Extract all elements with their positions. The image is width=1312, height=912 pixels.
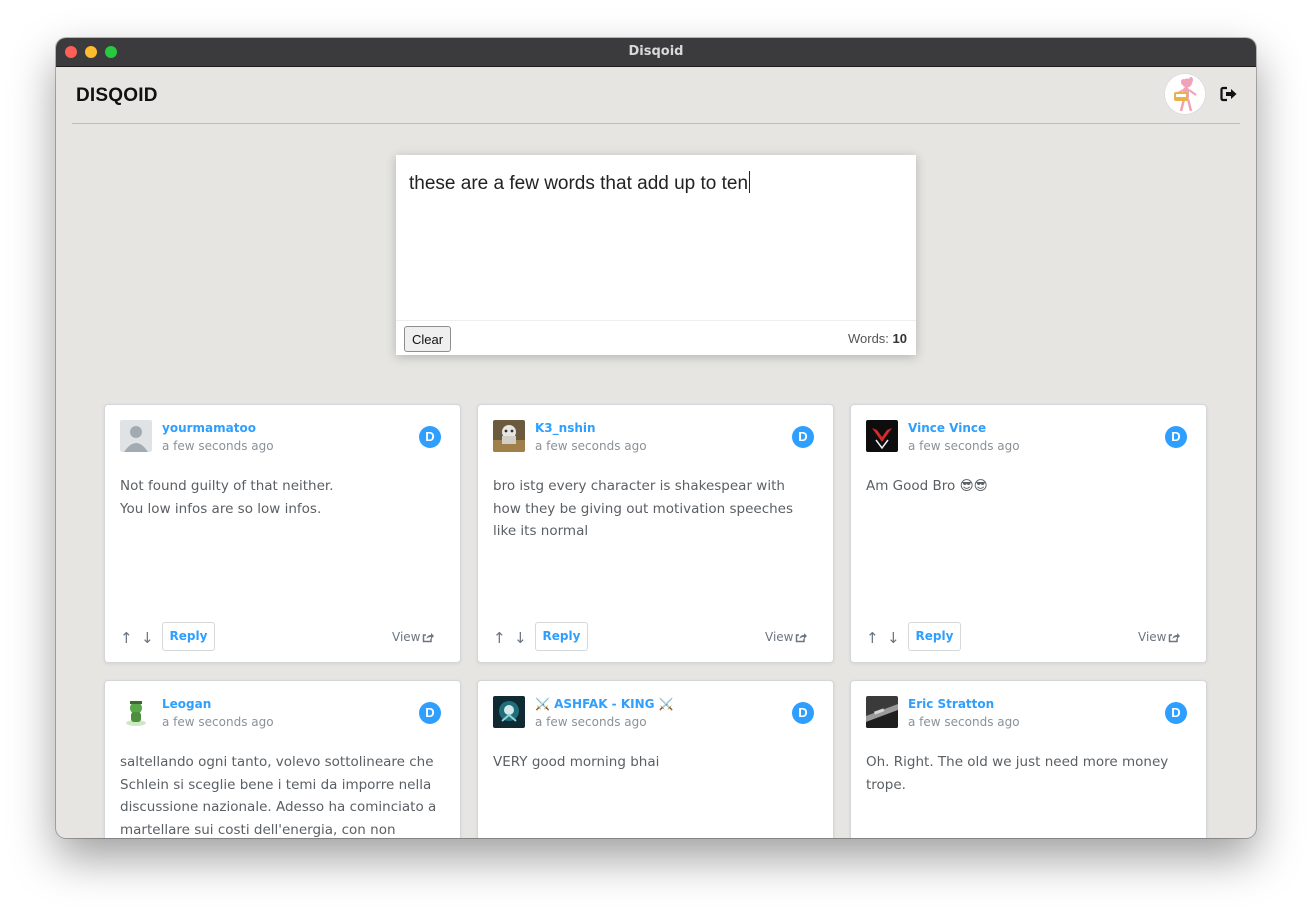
text-caret	[749, 171, 751, 193]
user-avatar[interactable]	[1165, 74, 1205, 114]
header-divider	[72, 123, 1240, 124]
user-avatar[interactable]	[493, 420, 525, 452]
downvote-arrow-icon[interactable]: ↓	[141, 629, 154, 647]
comment-username[interactable]: Vince Vince	[908, 421, 986, 435]
disqus-logo-icon: D	[1165, 702, 1187, 724]
user-avatar[interactable]	[866, 420, 898, 452]
disqus-logo-icon: D	[1165, 426, 1187, 448]
comment-timestamp[interactable]: a few seconds ago	[535, 715, 647, 729]
comment-timestamp[interactable]: a few seconds ago	[535, 439, 647, 453]
upvote-arrow-icon[interactable]: ↑	[866, 629, 879, 647]
comment-body: Oh. Right. The old we just need more mon…	[866, 754, 1169, 793]
comment-username[interactable]: yourmamatoo	[162, 421, 256, 435]
comment-card: Leogan a few seconds ago D saltellando o…	[104, 680, 461, 838]
comment-body: bro istg every character is shakespear w…	[493, 478, 794, 539]
user-avatar[interactable]	[866, 696, 898, 728]
upvote-arrow-icon[interactable]: ↑	[493, 629, 506, 647]
upvote-arrow-icon[interactable]: ↑	[120, 629, 133, 647]
downvote-arrow-icon[interactable]: ↓	[887, 629, 900, 647]
reply-button[interactable]: Reply	[908, 622, 961, 651]
title-bar: Disqoid	[56, 38, 1256, 67]
view-link[interactable]: View	[392, 630, 435, 644]
app-window: Disqoid DISQOID these are a few words th…	[56, 38, 1256, 838]
text-editor[interactable]: these are a few words that add up to ten…	[396, 155, 916, 355]
editor-footer: Clear Words: 10	[396, 320, 916, 356]
user-avatar[interactable]	[120, 420, 152, 452]
comment-body: saltellando ogni tanto, volevo sottoline…	[120, 754, 437, 838]
external-share-icon	[423, 633, 435, 643]
brand-logo: DISQOID	[76, 85, 158, 106]
comment-username[interactable]: K3_nshin	[535, 421, 596, 435]
word-count: Words: 10	[847, 331, 907, 346]
comment-card: yourmamatoo a few seconds ago D Not foun…	[104, 404, 461, 663]
comment-timestamp[interactable]: a few seconds ago	[908, 715, 1020, 729]
disqus-logo-icon: D	[792, 426, 814, 448]
downvote-arrow-icon[interactable]: ↓	[514, 629, 527, 647]
comment-username[interactable]: Eric Stratton	[908, 697, 994, 711]
comment-timestamp[interactable]: a few seconds ago	[162, 715, 274, 729]
comment-card: Vince Vince a few seconds ago D Am Good …	[850, 404, 1207, 663]
comment-timestamp[interactable]: a few seconds ago	[908, 439, 1020, 453]
word-count-value: 10	[892, 331, 907, 346]
clear-button[interactable]: Clear	[404, 326, 452, 352]
comment-card: ⚔️ ASHFAK - KING ⚔️ a few seconds ago D …	[477, 680, 834, 838]
comment-card: Eric Stratton a few seconds ago D Oh. Ri…	[850, 680, 1207, 838]
app-content: DISQOID these are a few words that add u…	[56, 67, 1256, 838]
user-avatar[interactable]	[493, 696, 525, 728]
comment-username[interactable]: ⚔️ ASHFAK - KING ⚔️	[535, 697, 674, 711]
view-link[interactable]: View	[765, 630, 808, 644]
external-share-icon	[1169, 633, 1181, 643]
disqus-logo-icon: D	[419, 702, 441, 724]
external-share-icon	[796, 633, 808, 643]
user-avatar[interactable]	[120, 696, 152, 728]
sign-out-icon[interactable]	[1220, 86, 1238, 102]
view-link[interactable]: View	[1138, 630, 1181, 644]
comment-username[interactable]: Leogan	[162, 697, 211, 711]
editor-textarea[interactable]: these are a few words that add up to ten	[409, 171, 904, 195]
window-title: Disqoid	[628, 44, 684, 59]
reply-button[interactable]: Reply	[535, 622, 588, 651]
comment-body: VERY good morning bhai	[493, 754, 660, 770]
disqus-logo-icon: D	[792, 702, 814, 724]
disqus-logo-icon: D	[419, 426, 441, 448]
reply-button[interactable]: Reply	[162, 622, 215, 651]
comment-body: Not found guilty of that neither. You lo…	[120, 478, 334, 517]
comment-body: Am Good Bro 😎😎	[866, 478, 988, 494]
comment-card: K3_nshin a few seconds ago D bro istg ev…	[477, 404, 834, 663]
comment-timestamp[interactable]: a few seconds ago	[162, 439, 274, 453]
